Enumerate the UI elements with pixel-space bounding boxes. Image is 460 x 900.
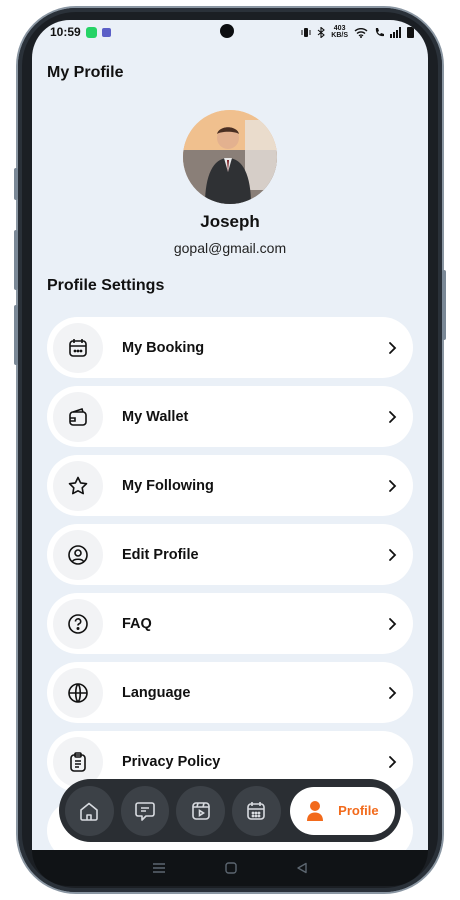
menu-item-my-booking[interactable]: My Booking: [47, 317, 413, 378]
side-button: [14, 305, 18, 365]
tab-calendar[interactable]: [232, 785, 281, 836]
home-nav-icon[interactable]: [225, 862, 237, 874]
menu-item-my-wallet[interactable]: My Wallet: [47, 386, 413, 447]
menu-item-label: Edit Profile: [122, 546, 199, 563]
status-bar: 10:59 403 KB/S: [32, 20, 428, 44]
menu-item-my-following[interactable]: My Following: [47, 455, 413, 516]
menu-item-label: My Booking: [122, 339, 205, 356]
network-speed-unit: KB/S: [331, 32, 348, 39]
side-button: [14, 230, 18, 290]
wallet-icon: [53, 391, 103, 442]
teams-icon: [101, 27, 111, 37]
avatar[interactable]: [183, 110, 277, 204]
menu-item-label: My Following: [122, 477, 214, 494]
video-icon: [191, 801, 210, 820]
wifi-icon: [354, 27, 368, 38]
chevron-right-icon: [387, 617, 397, 631]
battery-icon: [407, 26, 414, 38]
question-icon: [53, 598, 103, 649]
signal-icon: [390, 26, 401, 38]
menu-item-label: Language: [122, 684, 191, 701]
tab-home[interactable]: [65, 785, 114, 836]
user-name: Joseph: [200, 212, 260, 231]
calendar-icon: [53, 322, 103, 373]
whatsapp-icon: [85, 26, 97, 38]
tab-chat[interactable]: [120, 785, 170, 836]
menu-item-label: FAQ: [122, 615, 152, 632]
chat-icon: [135, 801, 155, 821]
bottom-tab-bar: Profile: [59, 779, 401, 842]
globe-icon: [53, 667, 103, 718]
menu-item-label: Privacy Policy: [122, 753, 221, 770]
status-time: 10:59: [50, 25, 81, 39]
chevron-right-icon: [387, 548, 397, 562]
user-circle-icon: [53, 529, 103, 580]
user-icon: [307, 800, 324, 821]
menu-item-faq[interactable]: FAQ: [47, 593, 413, 654]
chevron-right-icon: [387, 686, 397, 700]
section-title: Profile Settings: [47, 277, 165, 294]
side-button: [14, 168, 18, 200]
tab-profile[interactable]: Profile: [289, 786, 395, 835]
home-icon: [80, 802, 99, 821]
user-email: gopal@gmail.com: [173, 240, 287, 256]
calendar-icon: [247, 801, 266, 820]
side-button: [442, 270, 446, 340]
camera-cutout: [220, 24, 234, 38]
bluetooth-icon: [317, 26, 326, 38]
settings-menu: My Booking My Wallet My Following Edit P…: [47, 317, 413, 850]
back-icon[interactable]: [296, 862, 308, 874]
menu-icon[interactable]: [152, 862, 166, 874]
tab-profile-label: Profile: [338, 803, 379, 818]
vibrate-icon: [301, 27, 311, 37]
network-speed: 403 KB/S: [331, 25, 348, 39]
chevron-right-icon: [387, 479, 397, 493]
tab-video[interactable]: [176, 785, 226, 836]
chevron-right-icon: [387, 755, 397, 769]
page-title: My Profile: [47, 64, 124, 81]
chevron-right-icon: [387, 341, 397, 355]
chevron-right-icon: [387, 410, 397, 424]
app-screen: 10:59 403 KB/S My Profile Joseph gopal@g…: [32, 20, 428, 850]
system-nav-bar: [32, 850, 428, 886]
star-icon: [53, 460, 103, 511]
menu-item-label: My Wallet: [122, 408, 189, 425]
menu-item-edit-profile[interactable]: Edit Profile: [47, 524, 413, 585]
call-icon: [375, 27, 384, 36]
profile-photo: [183, 110, 277, 204]
network-speed-value: 403: [333, 25, 346, 32]
menu-item-language[interactable]: Language: [47, 662, 413, 723]
